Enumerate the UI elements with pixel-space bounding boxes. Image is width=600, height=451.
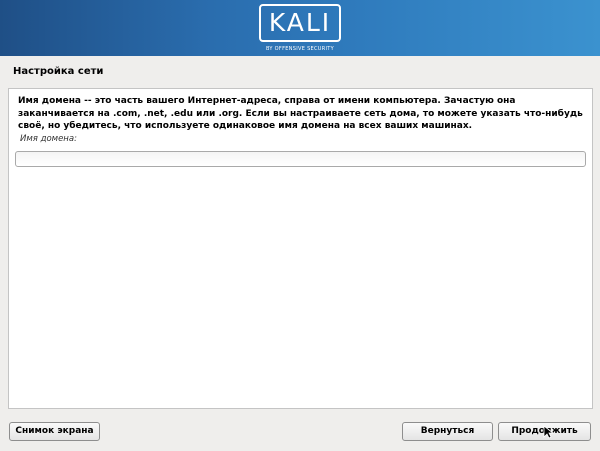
domain-description: Имя домена -- это часть вашего Интернет-… [18, 96, 583, 131]
page-title: Настройка сети [13, 66, 104, 77]
content-panel: Имя домена -- это часть вашего Интернет-… [8, 88, 593, 409]
mouse-pointer-icon [543, 425, 555, 439]
header-banner: KALI BY OFFENSIVE SECURITY [0, 0, 600, 56]
screenshot-button[interactable]: Снимок экрана [9, 422, 100, 441]
back-button[interactable]: Вернуться [402, 422, 493, 441]
logo-subtitle: BY OFFENSIVE SECURITY [265, 46, 335, 52]
domain-field-label: Имя домена: [20, 134, 77, 144]
logo-text: KALI [268, 8, 332, 37]
kali-logo: KALI BY OFFENSIVE SECURITY [259, 4, 341, 54]
domain-name-input[interactable] [15, 151, 586, 167]
